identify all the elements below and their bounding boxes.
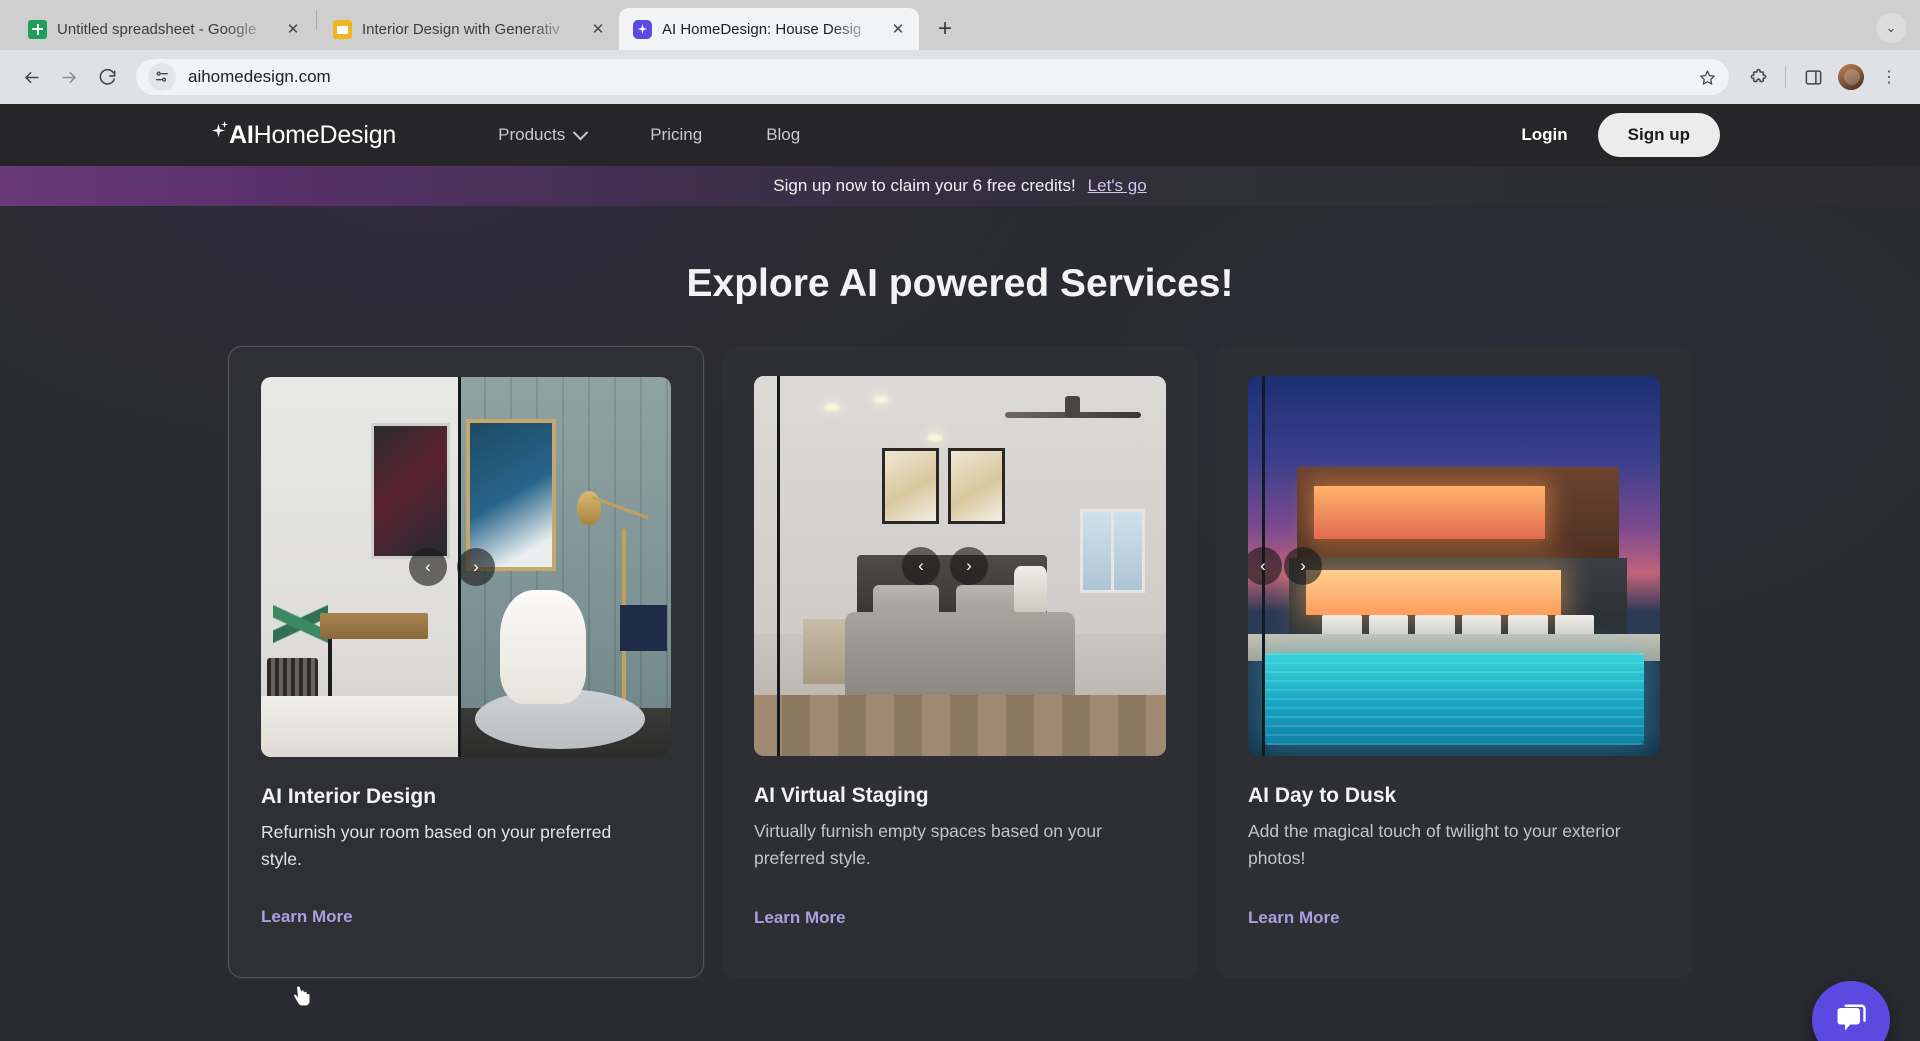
nav-label: Blog xyxy=(766,125,800,145)
nav-item-pricing[interactable]: Pricing xyxy=(618,125,734,145)
tab-title: AI HomeDesign: House Desig xyxy=(662,21,877,38)
profile-avatar[interactable] xyxy=(1834,60,1868,94)
learn-more-link[interactable]: Learn More xyxy=(754,908,846,928)
signup-button[interactable]: Sign up xyxy=(1598,113,1720,157)
carousel-next-button[interactable]: › xyxy=(1284,547,1322,585)
address-bar[interactable]: aihomedesign.com xyxy=(136,59,1729,95)
logo-ai-text: AI xyxy=(229,121,254,150)
toolbar-divider xyxy=(1785,66,1786,88)
aihomedesign-icon xyxy=(633,20,652,39)
address-bar-url[interactable]: aihomedesign.com xyxy=(188,67,1681,87)
service-card-ai-interior-design[interactable]: ‹ › AI Interior Design Refurnish your ro… xyxy=(228,346,704,978)
browser-tab[interactable]: Interior Design with Generativ ✕ xyxy=(319,8,619,50)
tab-close-icon[interactable]: ✕ xyxy=(887,18,909,40)
card-media-virtual-staging[interactable]: ‹ › xyxy=(754,376,1166,756)
tab-close-icon[interactable]: ✕ xyxy=(282,18,304,40)
tab-title: Interior Design with Generativ xyxy=(362,21,577,38)
before-after-slider-divider[interactable] xyxy=(777,376,780,756)
card-media-day-to-dusk[interactable]: ‹ › xyxy=(1248,376,1660,756)
back-button[interactable] xyxy=(14,60,48,94)
extensions-icon[interactable] xyxy=(1741,60,1775,94)
chevron-down-icon xyxy=(573,124,589,140)
sparkle-icon xyxy=(212,123,228,147)
promo-banner: Sign up now to claim your 6 free credits… xyxy=(0,166,1920,206)
browser-toolbar: aihomedesign.com ⋮ xyxy=(0,50,1920,104)
site-header: AI HomeDesign Products Pricing Blog Logi… xyxy=(0,104,1920,166)
main-navigation: Products Pricing Blog xyxy=(466,125,832,145)
browser-tab[interactable]: Untitled spreadsheet - Google ✕ xyxy=(14,8,314,50)
nav-item-blog[interactable]: Blog xyxy=(734,125,832,145)
tab-strip: Untitled spreadsheet - Google ✕ Interior… xyxy=(0,0,1920,50)
new-tab-button[interactable]: + xyxy=(927,11,963,47)
nav-label: Products xyxy=(498,125,565,145)
services-card-grid: ‹ › AI Interior Design Refurnish your ro… xyxy=(0,346,1920,978)
tab-title: Untitled spreadsheet - Google xyxy=(57,21,272,38)
carousel-prev-button[interactable]: ‹ xyxy=(902,547,940,585)
carousel-prev-button[interactable]: ‹ xyxy=(409,548,447,586)
site-logo[interactable]: AI HomeDesign xyxy=(212,121,396,150)
google-sheets-icon xyxy=(28,20,47,39)
learn-more-link[interactable]: Learn More xyxy=(1248,908,1340,928)
chat-icon xyxy=(1833,1002,1869,1038)
chevron-down-icon[interactable]: ⌄ xyxy=(1876,13,1906,43)
reload-button[interactable] xyxy=(90,60,124,94)
card-media-interior-design[interactable]: ‹ › xyxy=(261,377,671,757)
browser-menu-icon[interactable]: ⋮ xyxy=(1872,60,1906,94)
card-title: AI Virtual Staging xyxy=(754,784,1166,808)
card-description: Virtually furnish empty spaces based on … xyxy=(754,818,1134,871)
carousel-next-button[interactable]: › xyxy=(950,547,988,585)
learn-more-link[interactable]: Learn More xyxy=(261,907,353,927)
orange-square-icon xyxy=(333,20,352,39)
card-title: AI Interior Design xyxy=(261,785,671,809)
page-info-icon[interactable] xyxy=(148,63,176,91)
forward-button[interactable] xyxy=(52,60,86,94)
logo-name-text: HomeDesign xyxy=(254,121,397,150)
card-description: Refurnish your room based on your prefer… xyxy=(261,819,641,872)
header-actions: Login Sign up xyxy=(1521,113,1720,157)
avatar xyxy=(1836,62,1866,92)
service-card-ai-virtual-staging[interactable]: ‹ › AI Virtual Staging Virtually furnish… xyxy=(722,346,1198,978)
mouse-cursor xyxy=(292,984,314,1015)
tab-close-icon[interactable]: ✕ xyxy=(587,18,609,40)
page-content: AI HomeDesign Products Pricing Blog Logi… xyxy=(0,104,1920,1041)
card-title: AI Day to Dusk xyxy=(1248,784,1660,808)
promo-cta-link[interactable]: Let's go xyxy=(1088,176,1147,196)
card-description: Add the magical touch of twilight to you… xyxy=(1248,818,1628,871)
login-link[interactable]: Login xyxy=(1521,125,1567,145)
promo-text: Sign up now to claim your 6 free credits… xyxy=(773,176,1075,196)
page-title: Explore AI powered Services! xyxy=(0,262,1920,306)
browser-tab-active[interactable]: AI HomeDesign: House Desig ✕ xyxy=(619,8,919,50)
nav-item-products[interactable]: Products xyxy=(466,125,618,145)
nav-label: Pricing xyxy=(650,125,702,145)
side-panel-icon[interactable] xyxy=(1796,60,1830,94)
chat-widget-button[interactable] xyxy=(1812,981,1890,1041)
browser-chrome: Untitled spreadsheet - Google ✕ Interior… xyxy=(0,0,1920,104)
bookmark-star-icon[interactable] xyxy=(1693,63,1721,91)
tab-separator xyxy=(316,10,317,30)
service-card-ai-day-to-dusk[interactable]: ‹ › AI Day to Dusk Add the magical touch… xyxy=(1216,346,1692,978)
carousel-next-button[interactable]: › xyxy=(457,548,495,586)
